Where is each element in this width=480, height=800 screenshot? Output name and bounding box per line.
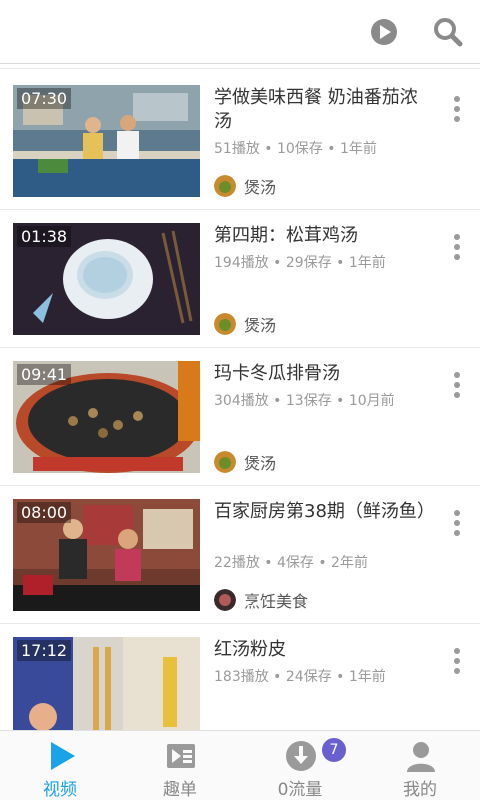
more-options-icon[interactable] — [448, 372, 466, 406]
search-icon[interactable] — [430, 14, 466, 50]
video-thumbnail[interactable]: 07:30 — [13, 85, 200, 197]
channel-link[interactable]: 煲汤 — [214, 174, 276, 198]
top-bar — [0, 0, 480, 64]
video-title[interactable]: 百家厨房第38期（鲜汤鱼） — [214, 500, 435, 524]
playlist-icon — [164, 739, 198, 773]
header-divider — [0, 68, 480, 69]
video-duration: 01:38 — [17, 226, 72, 247]
tab-label: 趣单 — [163, 780, 197, 800]
video-list[interactable]: 07:30 学做美味西餐 奶油番茄浓汤 51播放 • 10保存 • 1年前 煲汤 — [0, 72, 480, 730]
channel-link[interactable]: 煲汤 — [214, 450, 276, 474]
user-icon — [404, 739, 438, 773]
channel-avatar — [214, 451, 236, 473]
video-duration: 07:30 — [17, 88, 72, 109]
tab-label: 我的 — [403, 780, 437, 800]
video-thumbnail[interactable]: 09:41 — [13, 361, 200, 473]
bottom-navigation: 视频 趣单 0流量 我的 — [0, 730, 480, 800]
video-title[interactable]: 学做美味西餐 奶油番茄浓汤 — [214, 86, 432, 134]
channel-name: 煲汤 — [244, 178, 277, 197]
channel-link[interactable]: 煲汤 — [214, 312, 276, 336]
play-circle-icon[interactable] — [366, 14, 402, 50]
channel-avatar — [214, 175, 236, 197]
video-thumbnail[interactable]: 17:12 — [13, 637, 200, 730]
video-title[interactable]: 玛卡冬瓜排骨汤 — [214, 362, 432, 386]
channel-avatar — [214, 313, 236, 335]
video-meta: 183播放 • 24保存 • 1年前 — [214, 669, 386, 685]
video-item[interactable]: 17:12 红汤粉皮 183播放 • 24保存 • 1年前 — [0, 624, 480, 730]
more-options-icon[interactable] — [448, 234, 466, 268]
video-title[interactable]: 红汤粉皮 — [214, 638, 432, 662]
play-triangle-icon — [44, 739, 78, 773]
video-meta: 51播放 • 10保存 • 1年前 — [214, 141, 377, 157]
channel-name: 煲汤 — [244, 316, 277, 335]
video-item[interactable]: 09:41 玛卡冬瓜排骨汤 304播放 • 13保存 • 10月前 煲汤 — [0, 348, 480, 486]
video-thumbnail[interactable]: 01:38 — [13, 223, 200, 335]
more-options-icon[interactable] — [448, 648, 466, 682]
video-meta: 22播放 • 4保存 • 2年前 — [214, 555, 368, 571]
channel-name: 烹饪美食 — [244, 592, 309, 611]
tab-playlists[interactable]: 趣单 — [120, 731, 240, 800]
tab-profile[interactable]: 我的 — [360, 731, 480, 800]
video-item[interactable]: 01:38 第四期：松茸鸡汤 194播放 • 29保存 • 1年前 煲汤 — [0, 210, 480, 348]
download-icon — [284, 739, 318, 773]
tab-label: 0流量 — [277, 780, 323, 800]
tab-label: 视频 — [43, 780, 77, 800]
video-duration: 08:00 — [17, 502, 72, 523]
tab-videos[interactable]: 视频 — [0, 731, 120, 800]
video-duration: 09:41 — [17, 364, 72, 385]
video-title[interactable]: 第四期：松茸鸡汤 — [214, 224, 432, 248]
video-thumbnail[interactable]: 08:00 — [13, 499, 200, 611]
video-meta: 304播放 • 13保存 • 10月前 — [214, 393, 395, 409]
more-options-icon[interactable] — [448, 96, 466, 130]
video-item[interactable]: 07:30 学做美味西餐 奶油番茄浓汤 51播放 • 10保存 • 1年前 煲汤 — [0, 72, 480, 210]
more-options-icon[interactable] — [448, 510, 466, 544]
video-meta: 194播放 • 29保存 • 1年前 — [214, 255, 386, 271]
channel-avatar — [214, 589, 236, 611]
channel-link[interactable]: 烹饪美食 — [214, 588, 308, 612]
video-item[interactable]: 08:00 百家厨房第38期（鲜汤鱼） 22播放 • 4保存 • 2年前 烹饪美… — [0, 486, 480, 624]
video-duration: 17:12 — [17, 640, 72, 661]
channel-name: 煲汤 — [244, 454, 277, 473]
download-count-badge: 7 — [322, 738, 346, 762]
